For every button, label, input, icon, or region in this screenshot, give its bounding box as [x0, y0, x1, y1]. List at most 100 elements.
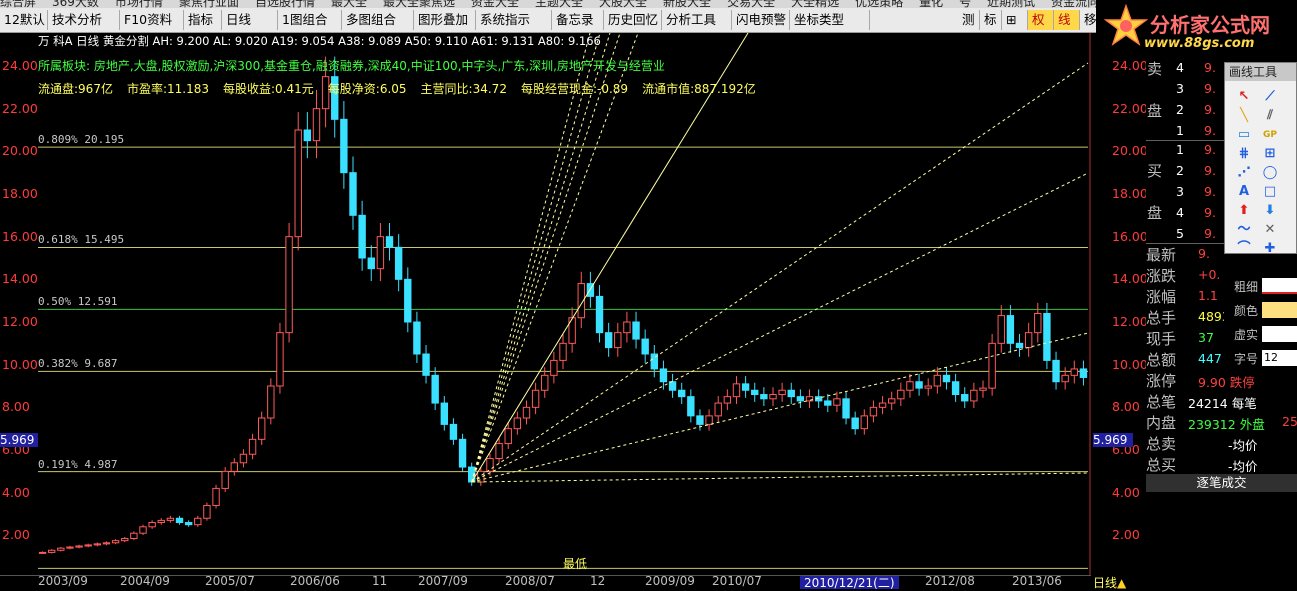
toolbar-button[interactable]: 备忘录 [552, 10, 604, 30]
toolbar-button[interactable]: 系统指示 [476, 10, 552, 30]
buy-price[interactable]: 9. [1204, 226, 1216, 241]
sell-price[interactable]: 9. [1204, 123, 1216, 138]
candle [38, 551, 47, 554]
toolbar-button[interactable]: 测 [958, 10, 980, 30]
kline-chart[interactable]: 万 科A 日线 黄金分割 AH: 9.200 AL: 9.020 A19: 9.… [0, 32, 1091, 588]
gann-fan-line[interactable] [471, 32, 611, 483]
line-style-select[interactable] [1262, 326, 1297, 342]
toolbar-button[interactable]: 1图组合 [278, 10, 342, 30]
gann-fan-line[interactable] [471, 32, 601, 483]
toolbar-button[interactable]: F10资料 [120, 10, 184, 30]
channel-icon[interactable]: ⋕ [1233, 144, 1255, 164]
candle [1015, 342, 1024, 349]
fundamental-value: 887.192亿 [694, 82, 756, 96]
line-color-select[interactable] [1262, 302, 1297, 318]
toolbar-button[interactable]: 分析工具 [662, 10, 732, 30]
parallel-icon[interactable]: ⫽ [1259, 106, 1281, 126]
line-props-panel: 粗细 颜色 虚实 字号 12 [1224, 272, 1297, 368]
font-size-input[interactable]: 12 [1262, 350, 1297, 366]
candle [486, 458, 494, 472]
toolbar-button[interactable]: 标 [980, 10, 1002, 30]
top-nav-item[interactable]: 近期测试 [987, 0, 1035, 8]
ruler-icon[interactable]: ▭ [1233, 125, 1255, 145]
fundamental-value: 11.183 [167, 82, 209, 96]
quote-extra: 25 [1282, 414, 1297, 429]
top-nav-item[interactable]: 优选策略 [855, 0, 903, 8]
toolbar-button[interactable]: 坐标类型 [790, 10, 870, 30]
gann-fan-line[interactable] [471, 172, 1089, 483]
top-nav-item[interactable]: 369大数 [52, 0, 99, 8]
top-nav-item[interactable]: 号 [959, 0, 971, 8]
period-label[interactable]: 日线▲ [1093, 574, 1126, 591]
top-nav-item[interactable]: 自选股行情 [255, 0, 315, 8]
wave-icon[interactable]: 〜 [1233, 220, 1255, 240]
toolbar-button[interactable]: ⊞ [1002, 10, 1028, 30]
top-nav-item[interactable]: 市场行情 [115, 0, 163, 8]
fib-icon[interactable]: GP [1259, 125, 1281, 145]
top-nav-item[interactable]: 交易大全 [727, 0, 775, 8]
buy-price[interactable]: 9. [1204, 142, 1216, 157]
sell-price[interactable]: 9. [1204, 102, 1216, 117]
buy-price[interactable]: 9. [1204, 205, 1216, 220]
rect-icon[interactable]: □ [1259, 182, 1281, 202]
sell-price[interactable]: 9. [1204, 60, 1216, 75]
kline-svg[interactable] [0, 32, 1091, 588]
y-tick-label: 4.00 [1112, 484, 1140, 500]
toolbar-button[interactable]: 多图组合 [342, 10, 414, 30]
toolbar-button[interactable]: 技术分析 [48, 10, 120, 30]
top-nav-item[interactable]: 大股大全 [599, 0, 647, 8]
top-nav-item[interactable]: 最大全聚焦选 [383, 0, 455, 8]
toolbar-button[interactable]: 图形叠加 [414, 10, 476, 30]
gann-fan-line[interactable] [471, 32, 749, 483]
toolbar-button[interactable]: 日线 [222, 10, 278, 30]
fundamental-label: 流通市值: [642, 82, 695, 96]
buy-price[interactable]: 9. [1204, 163, 1216, 178]
top-nav-item[interactable]: 资金流向 [1051, 0, 1099, 8]
erase-icon[interactable]: ✕ [1259, 220, 1281, 240]
top-nav-item[interactable]: 大全精选 [791, 0, 839, 8]
gann-fan-line[interactable] [471, 472, 1089, 483]
tick-detail-button[interactable]: 逐笔成交 [1146, 474, 1297, 492]
sell-price[interactable]: 9. [1204, 81, 1216, 96]
gann-fan-line[interactable] [471, 32, 639, 483]
line-width-select[interactable] [1262, 278, 1297, 294]
y-tick-label-left: 14.00 [2, 271, 38, 287]
fundamental-value: 0.41元 [275, 82, 314, 96]
line-icon[interactable]: ⟋ [1259, 87, 1281, 107]
segment-icon[interactable]: ╲ [1233, 106, 1255, 126]
grid-icon[interactable]: ⊞ [1259, 144, 1281, 164]
toolbar-button[interactable]: 线 [1054, 10, 1080, 30]
candle [705, 415, 713, 425]
candle [723, 396, 732, 404]
candle [194, 517, 202, 526]
top-nav-item[interactable]: 新股大全 [663, 0, 711, 8]
draw-tools-panel[interactable]: 画线工具 ↖ ⟋ ╲ ⫽ ▭ GP ⋕ ⊞ ⋰ ◯ A □ ⬆ ⬇ 〜 ✕ ⌒ ✚ [1224, 62, 1297, 256]
toolbar-button[interactable]: 12默认 [0, 10, 48, 30]
toolbar-button[interactable]: 指标 [184, 10, 222, 30]
top-nav-item[interactable]: 主题大全 [535, 0, 583, 8]
down-arrow-icon[interactable]: ⬇ [1259, 201, 1281, 221]
arc-icon[interactable]: ⌒ [1233, 239, 1255, 259]
gann-fan-line[interactable] [471, 32, 621, 483]
toolbar-button[interactable]: 闪电预警 [732, 10, 790, 30]
top-nav-item[interactable]: 量化 [919, 0, 943, 8]
circle-icon[interactable]: ◯ [1259, 163, 1281, 183]
gann-fan-line[interactable] [471, 62, 1089, 483]
x-tick-label: 2010/12/21(二) [800, 576, 899, 589]
pointer-icon[interactable]: ↖ [1233, 87, 1255, 107]
fan-icon[interactable]: ⋰ [1233, 163, 1255, 183]
top-nav-item[interactable]: 聚焦行业面 [179, 0, 239, 8]
top-nav-item[interactable]: 最大全 [331, 0, 367, 8]
top-nav-item[interactable]: 资金大全 [471, 0, 519, 8]
toolbar-button[interactable]: 历史回忆 [604, 10, 662, 30]
cross-icon[interactable]: ✚ [1259, 239, 1281, 259]
price-tag-left: 5.969 [0, 433, 38, 447]
buy-price[interactable]: 9. [1204, 184, 1216, 199]
top-nav-item[interactable]: 综合屏 [0, 0, 36, 8]
gann-fan-line[interactable] [471, 32, 591, 483]
up-arrow-icon[interactable]: ⬆ [1233, 201, 1255, 221]
y-tick-label-left: 8.00 [2, 399, 30, 415]
toolbar-button[interactable]: 权 [1028, 10, 1054, 30]
text-icon[interactable]: A [1233, 182, 1255, 202]
candle [367, 257, 375, 270]
